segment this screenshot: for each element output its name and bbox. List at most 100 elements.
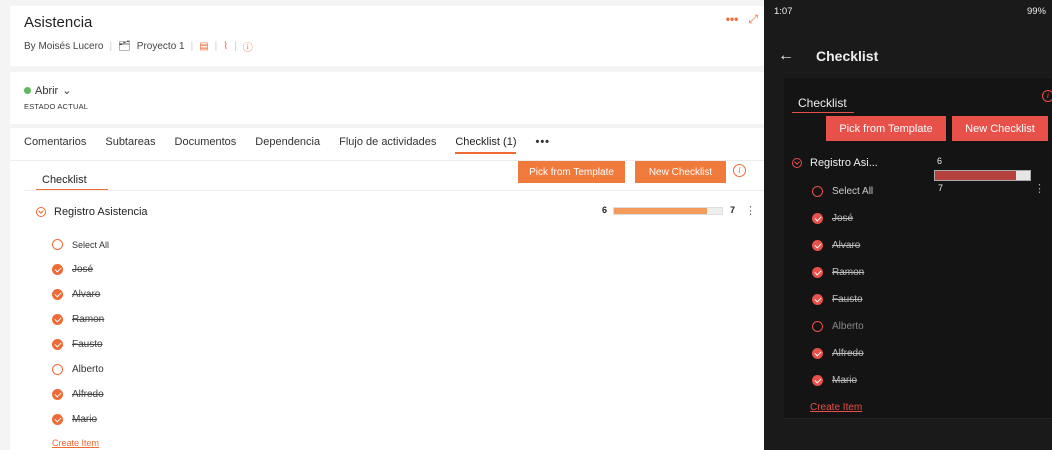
kebab-menu-icon[interactable]: ⋮ — [1034, 182, 1045, 195]
select-all-row[interactable]: Select All — [52, 232, 109, 257]
checked-circle-icon[interactable] — [812, 294, 823, 305]
bottom-divider — [784, 418, 1052, 419]
tab-flujo-actividades[interactable]: Flujo de actividades — [339, 136, 436, 154]
checklist-item[interactable]: José — [52, 257, 109, 282]
back-arrow-icon[interactable]: ← — [778, 47, 794, 65]
create-item-link[interactable]: Create Item — [52, 438, 99, 448]
page-title: Asistencia — [24, 14, 93, 31]
info-icon[interactable]: ⓘ — [243, 39, 253, 54]
tab-documentos[interactable]: Documentos — [175, 136, 237, 154]
checked-circle-icon[interactable] — [52, 264, 63, 275]
pick-from-template-button[interactable]: Pick from Template — [518, 161, 625, 183]
unchecked-circle-icon[interactable] — [52, 364, 63, 375]
checklist-item[interactable]: Alfredo — [52, 382, 109, 407]
checklist-item[interactable]: Alberto — [52, 357, 109, 382]
more-icon[interactable]: ••• — [726, 12, 739, 27]
create-item-link[interactable]: Create Item — [810, 402, 862, 413]
collapse-chevron-icon[interactable] — [36, 207, 46, 217]
unchecked-circle-icon[interactable] — [812, 186, 823, 197]
checklist-heading: Checklist — [42, 174, 87, 186]
checklist-item-label: José — [832, 213, 854, 224]
unchecked-circle-icon[interactable] — [52, 239, 63, 250]
checklist-item-label: Alfredo — [72, 389, 104, 400]
checklist-item-label: Alberto — [72, 364, 104, 375]
mobile-checklist-body: Checklist i Pick from Template New Check… — [784, 78, 1052, 418]
select-all-row[interactable]: Select All — [812, 178, 873, 205]
checked-circle-icon[interactable] — [52, 414, 63, 425]
checklist-item[interactable]: Ramon — [812, 259, 873, 286]
group-name: Registro Asistencia — [54, 206, 148, 218]
divider: | — [190, 41, 194, 52]
checklist-item[interactable]: Alvaro — [52, 282, 109, 307]
progress-fill — [935, 171, 1017, 180]
status-bar: 1:07 99% — [764, 0, 1052, 22]
checklist-item[interactable]: Mario — [812, 367, 873, 394]
item-list: José Alvaro Ramon Fausto Alberto Alfredo Mario — [812, 205, 873, 394]
checklist-item[interactable]: Alberto — [812, 313, 873, 340]
mobile-checklist-view: 1:07 99% ← Checklist Checklist i Pick fr… — [764, 0, 1052, 450]
new-checklist-button[interactable]: New Checklist — [952, 116, 1048, 141]
checklist-item-label: Alfredo — [832, 348, 864, 359]
status-label: ESTADO ACTUAL — [24, 102, 89, 111]
desktop-task-view: Asistencia By Moisés Lucero | 🗂 Proyecto… — [0, 0, 764, 450]
tab-comentarios[interactable]: Comentarios — [24, 136, 86, 154]
checked-circle-icon[interactable] — [812, 213, 823, 224]
checked-circle-icon[interactable] — [812, 240, 823, 251]
divider: | — [109, 41, 113, 52]
info-icon[interactable]: i — [733, 164, 746, 177]
tab-subtareas[interactable]: Subtareas — [105, 136, 155, 154]
tabs-more-icon[interactable]: ••• — [535, 136, 550, 154]
new-checklist-button[interactable]: New Checklist — [635, 161, 726, 183]
checklist-item[interactable]: Alvaro — [812, 232, 873, 259]
progress-total-count: 7 — [938, 183, 944, 193]
chevron-down-icon: ⌄ — [62, 85, 72, 97]
progress-total-count: 7 — [730, 205, 736, 215]
checked-circle-icon[interactable] — [52, 339, 63, 350]
checklist-item[interactable]: Fausto — [812, 286, 873, 313]
header-tools: ••• ⤢ — [726, 12, 758, 27]
checklist-item[interactable]: Ramon — [52, 307, 109, 332]
expand-icon[interactable]: ⤢ — [748, 12, 758, 27]
checked-circle-icon[interactable] — [52, 389, 63, 400]
item-list: José Alvaro Ramon Fausto Alberto Alfredo Mario — [52, 257, 109, 432]
checked-circle-icon[interactable] — [52, 314, 63, 325]
author-label: By Moisés Lucero — [24, 41, 104, 52]
task-header: Asistencia By Moisés Lucero | 🗂 Proyecto… — [10, 6, 764, 66]
status-time: 1:07 — [774, 5, 793, 17]
pick-from-template-button[interactable]: Pick from Template — [826, 116, 946, 141]
info-icon[interactable]: i — [1042, 90, 1052, 102]
checklist-item[interactable]: Alfredo — [812, 340, 873, 367]
checklist-heading: Checklist — [798, 96, 847, 110]
checklist-item-label: Ramon — [72, 314, 105, 325]
checklist-item-label: Mario — [832, 375, 858, 386]
checklist-items: Select All José Alvaro Ramon Fausto Alberto A… — [52, 232, 109, 432]
checklist-item[interactable]: Mario — [52, 407, 109, 432]
checked-circle-icon[interactable] — [812, 375, 823, 386]
comment-icon[interactable]: ▤ — [199, 41, 208, 52]
app-bar: ← Checklist — [764, 34, 1052, 78]
project-icon: 🗂 — [118, 41, 131, 52]
checked-circle-icon[interactable] — [812, 348, 823, 359]
checklist-divider — [24, 190, 764, 191]
project-link[interactable]: Proyecto 1 — [137, 41, 185, 52]
checklist-item[interactable]: José — [812, 205, 873, 232]
checklist-item-label: Alberto — [832, 321, 864, 332]
progress-fill — [614, 208, 707, 214]
checklist-item[interactable]: Fausto — [52, 332, 109, 357]
tab-dependencia[interactable]: Dependencia — [255, 136, 320, 154]
select-all-label: Select All — [72, 239, 110, 250]
collapse-chevron-icon[interactable] — [792, 158, 802, 168]
task-meta: By Moisés Lucero | 🗂 Proyecto 1 | ▤ | ⌇ … — [24, 39, 253, 54]
checklist-heading-underline — [792, 112, 854, 113]
checklist-group[interactable]: Registro Asistencia 6 7 ⋮ — [36, 204, 756, 220]
kebab-menu-icon[interactable]: ⋮ — [745, 204, 756, 217]
unchecked-circle-icon[interactable] — [812, 321, 823, 332]
checked-circle-icon[interactable] — [812, 267, 823, 278]
status-value: Abrir — [35, 84, 59, 97]
attachment-icon[interactable]: ⌇ — [223, 41, 228, 52]
progress-bar — [613, 207, 723, 215]
checklist-item-label: José — [72, 264, 94, 275]
checked-circle-icon[interactable] — [52, 289, 63, 300]
tab-checklist[interactable]: Checklist (1) — [455, 136, 517, 154]
status-dropdown[interactable]: Abrir ⌄ — [24, 84, 71, 97]
